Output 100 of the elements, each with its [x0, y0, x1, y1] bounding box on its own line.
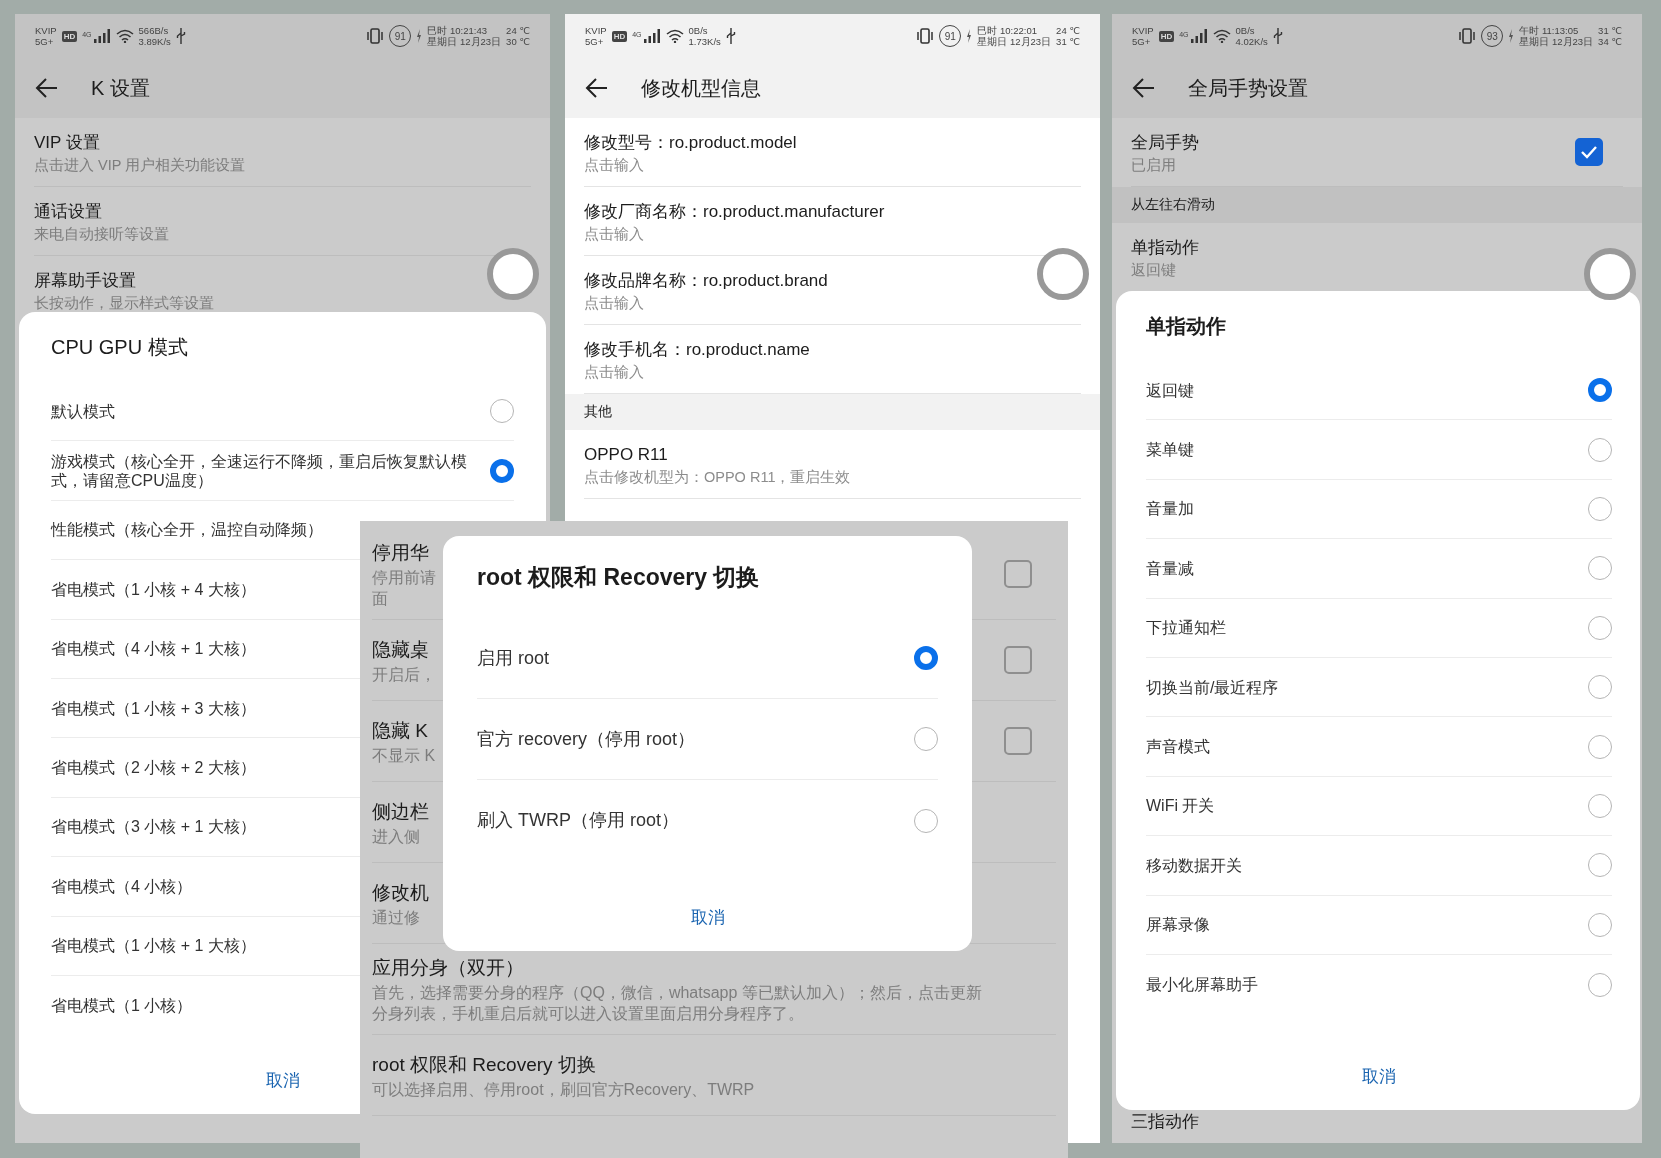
temperature-label: 24 ℃	[506, 25, 530, 36]
floating-ball[interactable]	[487, 248, 539, 300]
radio-button[interactable]	[914, 646, 938, 670]
option-label: 省电模式（4 小核）	[51, 876, 193, 896]
option-label: 最小化屏幕助手	[1146, 975, 1258, 995]
wifi-icon	[115, 29, 134, 43]
cancel-button[interactable]: 取消	[680, 902, 735, 933]
setting-title: 全局手势	[1131, 131, 1199, 154]
signal-icon	[92, 29, 111, 43]
dialog-title: root 权限和 Recovery 切换	[477, 562, 761, 592]
option-label: 省电模式（1 小核 + 4 大核）	[51, 579, 256, 599]
vibrate-icon	[1458, 28, 1477, 44]
carrier-label: KVIP	[1132, 25, 1154, 36]
setting-description: 可以选择启用、停用root，刷回官方Recovery、TWRP	[372, 1079, 755, 1100]
screen-title: 修改机型信息	[641, 75, 761, 101]
option-label: 默认模式	[51, 401, 115, 421]
wifi-icon	[665, 29, 684, 43]
section-header: 其他	[565, 394, 1100, 430]
screen-title: 全局手势设置	[1188, 75, 1308, 101]
temperature-label: 24 ℃	[1056, 25, 1080, 36]
option-label: 声音模式	[1146, 737, 1210, 757]
screen-title: K 设置	[91, 75, 150, 101]
temperature-label: 31 ℃	[1598, 25, 1622, 36]
radio-button[interactable]	[490, 458, 514, 483]
cancel-button[interactable]: 取消	[1352, 1061, 1406, 1092]
carrier-label: KVIP	[35, 25, 57, 36]
signal-icon	[1189, 29, 1208, 43]
setting-title: 修改型号：ro.product.model	[584, 131, 797, 154]
time-label: 午时 11:13:05	[1519, 25, 1580, 36]
setting-title: 应用分身（双开）	[372, 956, 525, 980]
checkbox[interactable]	[1004, 560, 1032, 588]
setting-description: 停用前请	[372, 568, 436, 588]
checkbox[interactable]	[1575, 138, 1603, 166]
hd-badge: HD	[1158, 30, 1175, 42]
network-label: 5G+	[35, 36, 55, 47]
setting-title: 隐藏 K	[372, 718, 429, 743]
setting-description: 点击输入	[584, 362, 645, 382]
hd-badge: HD	[61, 30, 78, 42]
option-label: 启用 root	[477, 648, 550, 668]
network-label: 5G+	[585, 36, 605, 47]
setting-title: 单指动作	[1131, 236, 1199, 259]
carrier-label: KVIP	[585, 25, 607, 36]
setting-title: 屏幕助手设置	[34, 269, 137, 292]
temperature-label: 34 ℃	[1598, 36, 1622, 47]
option-label: 移动数据开关	[1146, 855, 1242, 875]
back-arrow-icon[interactable]	[585, 77, 609, 99]
setting-title: 修改机	[372, 880, 429, 905]
setting-description: 长按动作，显示样式等设置	[34, 293, 214, 313]
option-label: 音量加	[1146, 499, 1194, 519]
option-label: 省电模式（2 小核 + 2 大核）	[51, 758, 256, 778]
usb-icon	[725, 28, 736, 44]
dialog-title: CPU GPU 模式	[51, 334, 189, 360]
time-label: 巳时 10:21:43	[427, 25, 488, 36]
setting-description: 点击修改机型为：OPPO R11，重启生效	[584, 467, 851, 487]
cancel-button[interactable]: 取消	[255, 1065, 310, 1096]
setting-title: 停用华	[372, 541, 430, 565]
checkbox[interactable]	[1004, 727, 1032, 755]
option-label: 性能模式（核心全开，温控自动降频）	[51, 520, 323, 540]
time-label: 巳时 10:22:01	[977, 25, 1038, 36]
usb-icon	[175, 28, 186, 44]
option-label: 下拉通知栏	[1146, 618, 1226, 638]
temperature-label: 30 ℃	[506, 36, 530, 47]
setting-description: 进入侧	[372, 826, 421, 847]
setting-title: VIP 设置	[34, 131, 101, 154]
usb-icon	[1272, 28, 1283, 44]
setting-description: 点击进入 VIP 用户相关功能设置	[34, 155, 246, 175]
setting-description: 已启用	[1131, 155, 1177, 175]
floating-ball[interactable]	[1584, 248, 1636, 300]
setting-title: 修改厂商名称：ro.product.manufacturer	[584, 200, 885, 223]
signal-icon	[642, 29, 661, 43]
option-label: 屏幕录像	[1146, 915, 1210, 935]
temperature-label: 31 ℃	[1056, 36, 1080, 47]
setting-title: 隐藏桌	[372, 637, 430, 662]
speed-label: 566B/s	[138, 25, 170, 36]
setting-title: 侧边栏	[372, 799, 429, 824]
speed-label: 4.02K/s	[1235, 36, 1268, 47]
option-label: 省电模式（3 小核 + 1 大核）	[51, 817, 256, 837]
setting-title: 三指动作	[1131, 1111, 1199, 1133]
check-icon	[1580, 145, 1598, 159]
speed-label: 1.73K/s	[688, 36, 721, 47]
dialog-title: 单指动作	[1146, 313, 1227, 339]
back-arrow-icon[interactable]	[35, 77, 59, 99]
checkbox[interactable]	[1004, 646, 1032, 674]
date-label: 星期日 12月23日	[1519, 36, 1594, 47]
option-label: 省电模式（1 小核 + 3 大核）	[51, 698, 256, 718]
option-label: 刷入 TWRP（停用 root）	[477, 811, 679, 830]
charging-icon	[416, 29, 423, 43]
setting-description: 面	[372, 589, 389, 609]
date-label: 星期日 12月23日	[427, 36, 502, 47]
floating-ball[interactable]	[1037, 248, 1089, 300]
back-arrow-icon[interactable]	[1132, 77, 1156, 99]
radio-button[interactable]	[1588, 378, 1612, 403]
option-label: 官方 recovery（停用 root）	[477, 729, 696, 749]
vibrate-icon	[366, 28, 385, 44]
section-header: 从左往右滑动	[1112, 187, 1642, 223]
setting-title: 修改品牌名称：ro.product.brand	[584, 269, 828, 292]
wifi-icon	[1212, 29, 1231, 43]
option-label: 菜单键	[1146, 440, 1194, 460]
charging-icon	[966, 29, 973, 43]
setting-description: 不显示 K	[372, 745, 436, 766]
